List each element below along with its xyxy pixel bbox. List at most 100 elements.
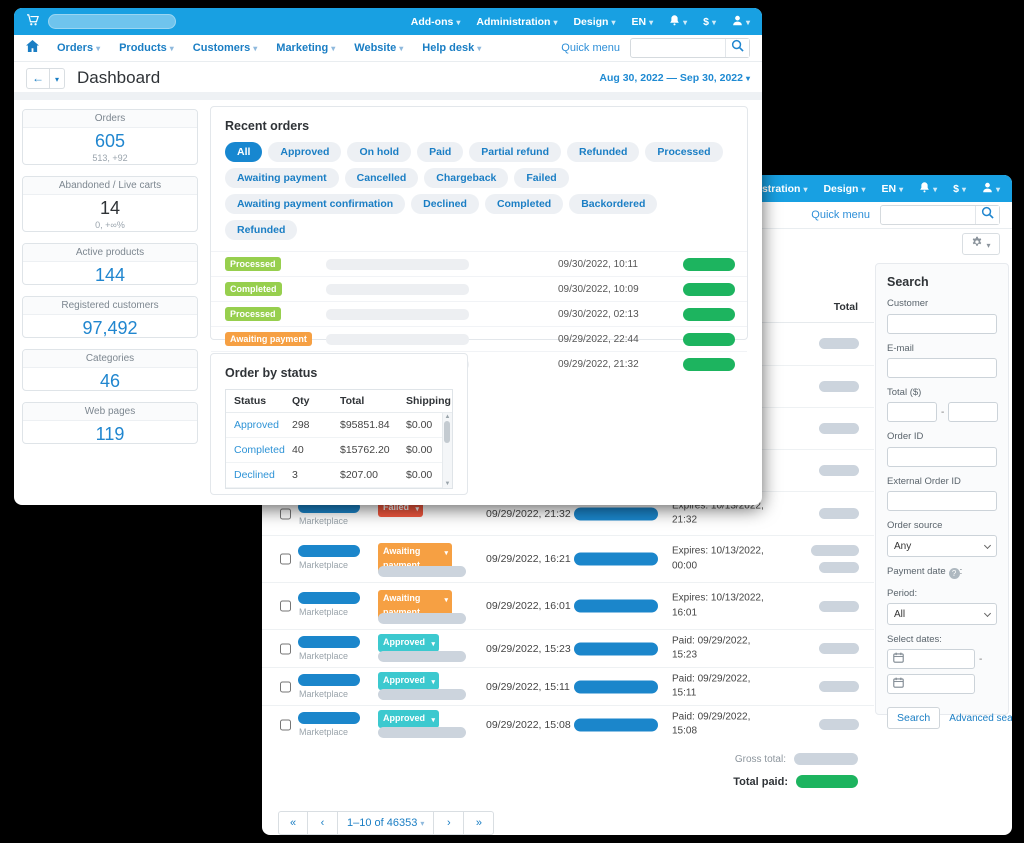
order-id-redacted[interactable]	[298, 545, 360, 557]
design-menu[interactable]: Design	[573, 16, 615, 28]
menu-marketing[interactable]: Marketing	[276, 42, 335, 54]
filter-chip[interactable]: Chargeback	[424, 168, 508, 188]
stat-card-orders[interactable]: Orders 605 513, +92	[22, 109, 198, 165]
order-source-select[interactable]: Any	[887, 535, 997, 557]
list-item[interactable]: Processed 09/30/2022, 02:13	[211, 301, 747, 326]
menu-orders[interactable]: Orders	[57, 42, 100, 54]
stat-card-web-pages[interactable]: Web pages 119	[22, 402, 198, 444]
language-menu[interactable]: EN	[632, 16, 654, 28]
help-icon[interactable]	[949, 568, 960, 579]
admin-search-input[interactable]	[631, 40, 725, 56]
currency-menu[interactable]: $	[703, 16, 716, 28]
scroll-down-icon[interactable]: ▼	[445, 481, 451, 487]
external-order-id-field[interactable]	[887, 491, 997, 511]
row-checkbox[interactable]	[280, 601, 291, 612]
order-id-redacted[interactable]	[298, 674, 360, 686]
menu-website[interactable]: Website	[354, 42, 403, 54]
menu-helpdesk[interactable]: Help desk	[422, 42, 481, 54]
stat-card-categories[interactable]: Categories 46	[22, 349, 198, 391]
home-icon[interactable]	[26, 39, 39, 57]
scrollbar-thumb[interactable]	[444, 421, 450, 443]
currency-menu[interactable]: $	[953, 183, 966, 195]
filter-chip[interactable]: Failed	[514, 168, 568, 188]
back-history-dropdown[interactable]	[50, 68, 65, 89]
filter-chip[interactable]: Awaiting payment confirmation	[225, 194, 405, 214]
filter-chip[interactable]: Refunded	[225, 220, 297, 240]
filter-chip[interactable]: Cancelled	[345, 168, 419, 188]
design-menu[interactable]: Design	[823, 183, 865, 195]
date-to-field[interactable]	[887, 674, 975, 694]
filter-chip[interactable]: Backordered	[569, 194, 657, 214]
search-button[interactable]: Search	[887, 707, 940, 729]
addons-menu[interactable]: Add-ons	[411, 16, 461, 28]
notifications-menu[interactable]	[669, 14, 687, 29]
row-checkbox[interactable]	[280, 554, 291, 565]
status-badge[interactable]: Approved	[378, 672, 439, 690]
notifications-menu[interactable]	[919, 181, 937, 196]
row-checkbox[interactable]	[280, 508, 291, 519]
order-id-redacted[interactable]	[298, 712, 360, 724]
table-row[interactable]: Marketplace Awaiting payment 09/29/2022,…	[262, 535, 874, 582]
advanced-search-link[interactable]: Advanced search	[949, 713, 1012, 724]
status-badge[interactable]: Approved	[378, 710, 439, 728]
pagination-prev-button[interactable]: ‹	[308, 811, 338, 835]
filter-chip[interactable]: Refunded	[567, 142, 639, 162]
stat-card-active-products[interactable]: Active products 144	[22, 243, 198, 285]
language-menu[interactable]: EN	[882, 183, 904, 195]
cart-icon[interactable]	[26, 13, 40, 31]
menu-products[interactable]: Products	[119, 42, 174, 54]
store-name-pill[interactable]	[48, 14, 176, 29]
email-field[interactable]	[887, 358, 997, 378]
filter-chip[interactable]: Awaiting payment	[225, 168, 339, 188]
period-select[interactable]: All	[887, 603, 997, 625]
customer-field[interactable]	[887, 314, 997, 334]
table-row[interactable]: Marketplace Approved 09/29/2022, 15:11 P…	[262, 667, 874, 705]
pagination-next-button[interactable]: ›	[434, 811, 464, 835]
filter-chip[interactable]: Partial refund	[469, 142, 561, 162]
table-row[interactable]: Marketplace Approved 09/29/2022, 15:08 P…	[262, 705, 874, 743]
account-menu[interactable]	[732, 15, 750, 29]
filter-chip[interactable]: On hold	[347, 142, 411, 162]
row-checkbox[interactable]	[280, 643, 291, 654]
filter-chip[interactable]: All	[225, 142, 262, 162]
list-item[interactable]: Processed 09/30/2022, 10:11	[211, 251, 747, 276]
table-row[interactable]: Marketplace Awaiting payment 09/29/2022,…	[262, 582, 874, 629]
filter-chip[interactable]: Processed	[645, 142, 722, 162]
scroll-up-icon[interactable]: ▲	[445, 414, 451, 420]
account-menu[interactable]	[982, 182, 1000, 196]
order-id-field[interactable]	[887, 447, 997, 467]
quick-menu-link[interactable]: Quick menu	[561, 42, 620, 54]
date-from-field[interactable]	[887, 649, 975, 669]
stat-card-registered-customers[interactable]: Registered customers 97,492	[22, 296, 198, 338]
filter-chip[interactable]: Completed	[485, 194, 563, 214]
settings-button[interactable]	[962, 233, 1000, 255]
list-item[interactable]: Completed 09/30/2022, 10:09	[211, 276, 747, 301]
back-button[interactable]	[26, 68, 50, 89]
menu-customers[interactable]: Customers	[193, 42, 257, 54]
total-from-field[interactable]	[887, 402, 937, 422]
date-range-picker[interactable]: Aug 30, 2022 — Sep 30, 2022	[599, 72, 750, 84]
status-link[interactable]: Declined	[226, 469, 292, 481]
row-checkbox[interactable]	[280, 681, 291, 692]
filter-chip[interactable]: Approved	[268, 142, 341, 162]
status-badge[interactable]: Approved	[378, 634, 439, 652]
pagination-first-button[interactable]: «	[278, 811, 308, 835]
status-link[interactable]: Approved	[226, 419, 292, 431]
total-to-field[interactable]	[948, 402, 998, 422]
administration-menu[interactable]: Administration	[476, 16, 557, 28]
row-checkbox[interactable]	[280, 719, 291, 730]
quick-menu-link[interactable]: Quick menu	[811, 209, 870, 221]
order-id-redacted[interactable]	[298, 636, 360, 648]
admin-search-input[interactable]	[881, 207, 975, 223]
order-id-redacted[interactable]	[298, 592, 360, 604]
table-row[interactable]: Marketplace Approved 09/29/2022, 15:23 P…	[262, 629, 874, 667]
pagination-last-button[interactable]: »	[464, 811, 494, 835]
stat-card-carts[interactable]: Abandoned / Live carts 14 0, +∞%	[22, 176, 198, 232]
status-link[interactable]: Completed	[226, 444, 292, 456]
pagination-range-button[interactable]: 1–10 of 46353	[338, 811, 434, 835]
list-item[interactable]: Awaiting payment 09/29/2022, 22:44	[211, 326, 747, 351]
filter-chip[interactable]: Declined	[411, 194, 479, 214]
search-submit-button[interactable]	[975, 206, 999, 224]
search-submit-button[interactable]	[725, 39, 749, 57]
filter-chip[interactable]: Paid	[417, 142, 463, 162]
